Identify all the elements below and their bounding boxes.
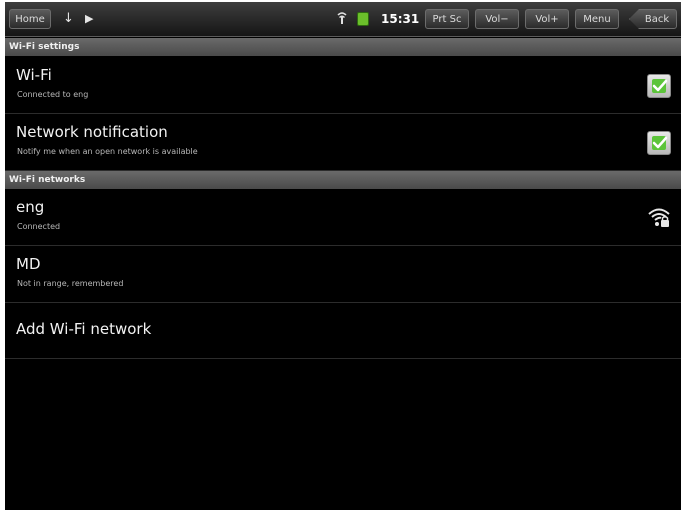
wifi-toggle-row[interactable]: Wi-Fi Connected to eng	[5, 57, 681, 114]
wifi-lock-icon	[648, 208, 670, 227]
checkmark-icon	[652, 136, 668, 149]
signal-icon	[337, 11, 347, 27]
network-name: MD	[16, 255, 41, 273]
network-notification-title: Network notification	[16, 123, 168, 141]
network-notification-row[interactable]: Network notification Notify me when an o…	[5, 114, 681, 171]
print-screen-button[interactable]: Prt Sc	[425, 9, 469, 29]
volume-up-button[interactable]: Vol+	[525, 9, 569, 29]
wifi-subtitle: Connected to eng	[17, 90, 89, 99]
checkmark-icon	[652, 79, 668, 92]
system-bar: Home ↓ ▶ 15:31 Prt Sc Vol− Vol+ Menu Bac…	[5, 2, 681, 37]
battery-icon	[357, 12, 369, 26]
menu-button[interactable]: Menu	[575, 9, 619, 29]
clock: 15:31	[381, 12, 420, 26]
network-row-eng[interactable]: eng Connected	[5, 189, 681, 246]
usb-icon: ↓	[63, 11, 74, 26]
add-wifi-network-label: Add Wi-Fi network	[16, 320, 152, 338]
network-status: Connected	[17, 222, 61, 231]
back-button[interactable]: Back	[629, 9, 677, 29]
network-notification-checkbox[interactable]	[647, 131, 671, 155]
network-name: eng	[16, 198, 45, 216]
android-screen: Home ↓ ▶ 15:31 Prt Sc Vol− Vol+ Menu Bac…	[5, 2, 681, 510]
network-notification-subtitle: Notify me when an open network is availa…	[17, 147, 198, 156]
wifi-title: Wi-Fi	[16, 66, 52, 84]
wifi-settings-header: Wi-Fi settings	[5, 38, 681, 56]
volume-down-button[interactable]: Vol−	[475, 9, 519, 29]
add-wifi-network-row[interactable]: Add Wi-Fi network	[5, 303, 681, 359]
wifi-networks-header: Wi-Fi networks	[5, 171, 681, 189]
play-icon: ▶	[85, 12, 94, 25]
network-status: Not in range, remembered	[17, 279, 124, 288]
wifi-checkbox[interactable]	[647, 74, 671, 98]
home-button[interactable]: Home	[9, 9, 51, 29]
network-row-md[interactable]: MD Not in range, remembered	[5, 246, 681, 303]
